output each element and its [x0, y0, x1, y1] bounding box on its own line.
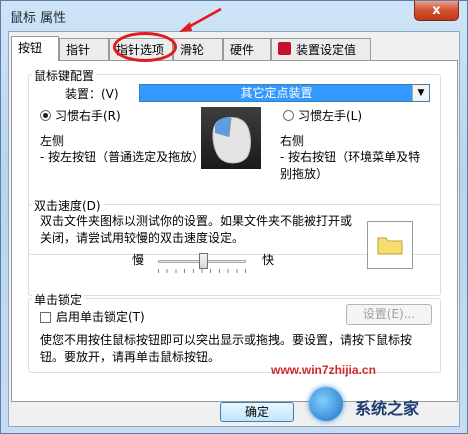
annotation-ellipse	[113, 32, 177, 62]
left-handed-radio[interactable]	[283, 110, 294, 121]
click-lock-checkbox[interactable]	[40, 312, 51, 323]
tab-device-settings-label: 装置设定值	[296, 43, 357, 57]
watermark: www.win7zhijia.cn 系统之家	[269, 363, 468, 433]
slider-ticks	[158, 269, 246, 273]
close-button[interactable]: x	[414, 1, 459, 21]
folder-icon	[377, 237, 403, 255]
left-side-label: 左侧	[40, 134, 65, 148]
annotation-arrow-icon	[179, 7, 222, 32]
click-lock-legend: 单击锁定	[32, 291, 85, 308]
click-lock-description: 使您不用按住鼠标按钮即可以突出显示或拖拽。要设置，请按下鼠标按钮。要放开，请再单…	[40, 333, 413, 364]
watermark-url: www.win7zhijia.cn	[271, 363, 376, 377]
slow-label: 慢	[132, 253, 145, 267]
title-bar: 鼠标 属性 x	[1, 1, 467, 31]
tab-wheel[interactable]: 滑轮	[173, 38, 223, 60]
test-folder-box[interactable]	[367, 221, 413, 269]
right-side-label: 右侧	[280, 134, 305, 148]
click-lock-label[interactable]: 启用单击锁定(T)	[56, 308, 145, 325]
click-lock-settings-button[interactable]: 设置(E)...	[346, 304, 432, 325]
device-select-value: 其它定点装置	[140, 85, 413, 101]
right-side-description: - 按右按钮（环境菜单及特别拖放）	[280, 150, 421, 181]
left-handed-label[interactable]: 习惯左手(L)	[298, 107, 362, 124]
double-click-legend: 双击速度(D)	[32, 197, 103, 214]
double-click-description: 双击文件夹图标以测试你的设置。如果文件夹不能被打开或关闭，请尝试用较慢的双击速度…	[40, 214, 353, 245]
chevron-down-icon[interactable]: ▼	[412, 85, 429, 101]
speed-slider[interactable]	[158, 253, 246, 275]
window-title: 鼠标 属性	[10, 11, 67, 26]
synaptics-icon	[278, 42, 291, 55]
windows-logo-icon	[309, 387, 343, 421]
right-handed-radio[interactable]	[40, 110, 51, 121]
left-side-description: - 按左按钮（普通选定及拖放）	[40, 150, 205, 164]
tab-hardware[interactable]: 硬件	[223, 38, 271, 60]
tab-buttons[interactable]: 按钮	[11, 36, 59, 61]
tab-content-buttons: 鼠标键配置 装置：(V) 其它定点装置 ▼ 习惯右手(R) 习惯左手(L) 左侧…	[11, 60, 458, 402]
device-select[interactable]: 其它定点装置 ▼	[139, 84, 430, 102]
device-label: 装置：(V)	[65, 87, 119, 101]
tab-device-settings[interactable]: 装置设定值	[271, 38, 371, 60]
watermark-brand: 系统之家	[355, 399, 420, 418]
tab-pointers[interactable]: 指针	[59, 38, 109, 60]
mouse-properties-window: 鼠标 属性 x 按钮 指针 指针选项 滑轮 硬件 装置设定值 鼠标键配置 装置：…	[0, 0, 468, 434]
mouse-icon	[212, 117, 251, 164]
slider-thumb[interactable]	[199, 253, 209, 269]
button-config-legend: 鼠标键配置	[32, 67, 97, 84]
mouse-image	[201, 107, 261, 169]
right-handed-label[interactable]: 习惯右手(R)	[55, 107, 121, 124]
fast-label: 快	[262, 253, 275, 267]
